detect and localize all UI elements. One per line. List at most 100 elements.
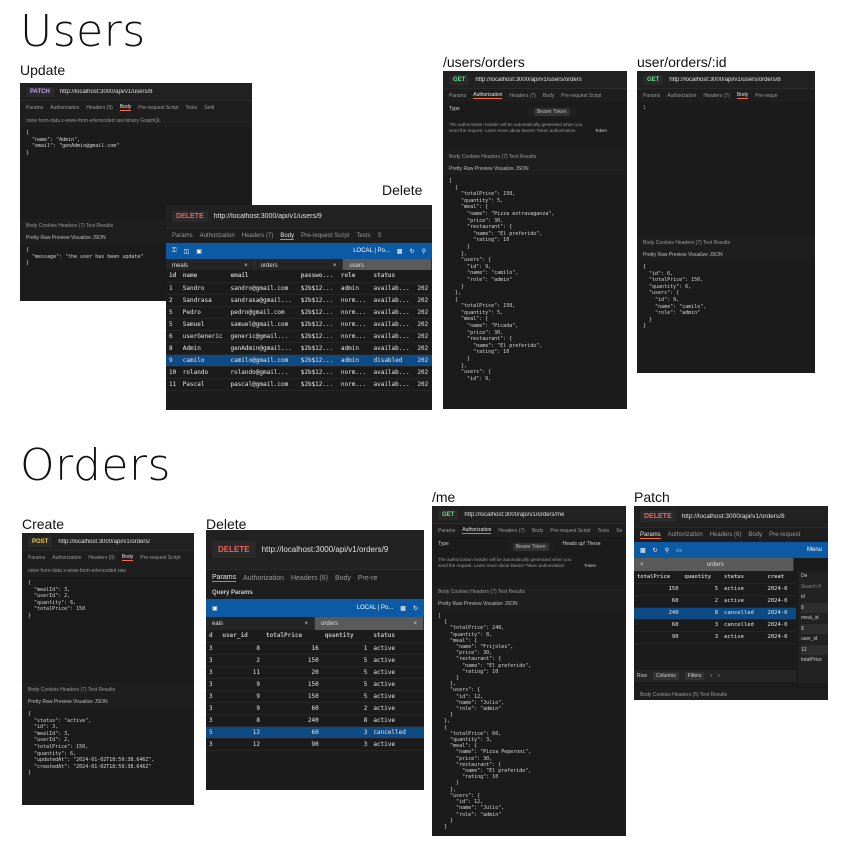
tab-headers[interactable]: Headers (9) — [86, 105, 112, 111]
table-cell[interactable]: Samuel — [179, 318, 228, 331]
tab-pre-request[interactable]: Pre-reque — [755, 93, 777, 99]
table-cell[interactable]: availab... — [370, 294, 415, 307]
response-view-options[interactable]: Pretty Raw Preview Visualize JSON — [22, 696, 194, 708]
table-cell[interactable]: availab... — [370, 318, 415, 331]
request-body-editor[interactable]: 1 — [637, 102, 815, 236]
table-cell[interactable]: availab... — [370, 378, 415, 391]
table-cell[interactable]: 5 — [321, 666, 371, 679]
tab-pre-request[interactable]: Pre-re — [358, 575, 377, 582]
table-cell[interactable]: admin — [337, 342, 371, 355]
table-row[interactable]: 90 3 active 2024-0 — [634, 631, 796, 644]
table-cell[interactable]: 150 — [634, 583, 682, 596]
table-row[interactable]: 5 Samuel samuel@gmail.com $2b$12... norm... a… — [166, 318, 432, 331]
url-input[interactable]: http://localhost:3000/api/v1/orders/9 — [262, 545, 389, 554]
table-cell[interactable]: 2 — [681, 595, 722, 608]
database-icon[interactable]: ◫ — [184, 248, 190, 255]
table-row[interactable]: 3 2 150 5 active — [206, 654, 424, 667]
response-tabs[interactable]: Body Cookies Headers (5) Test Results — [634, 688, 828, 700]
url-input[interactable]: http://localhost:3000/api/v1/orders/8 — [682, 513, 785, 520]
table-cell[interactable]: 5 — [206, 726, 220, 739]
tab-authorization[interactable]: Authorization — [668, 532, 703, 538]
table-cell[interactable]: norm... — [337, 294, 371, 307]
table-cell[interactable]: generic@gmail... — [227, 330, 298, 343]
table-cell[interactable]: Pedro — [179, 306, 228, 319]
table-cell[interactable]: 2024-0 — [764, 619, 796, 632]
response-view-options[interactable]: Pretty Raw Preview Visualize JSON — [637, 249, 815, 261]
request-url-bar[interactable]: DELETE http://localhost:3000/api/v1/orde… — [206, 530, 424, 570]
table-cell[interactable]: rolando — [179, 366, 228, 379]
response-tabs[interactable]: Body Cookies Headers (7) Test Results — [22, 683, 194, 696]
table-cell[interactable]: availab... — [370, 306, 415, 319]
tab-headers[interactable]: Headers (7) — [498, 528, 524, 534]
table-cell[interactable]: Sandrasa — [179, 294, 228, 307]
table-row[interactable]: 150 5 active 2024-0 — [634, 583, 796, 596]
table-cell[interactable]: cancelled — [370, 726, 424, 739]
table-cell[interactable]: 202 — [414, 282, 432, 295]
table-cell[interactable]: Sandro — [179, 282, 228, 295]
tab-authorization[interactable]: Authorization — [243, 575, 284, 582]
table-cell[interactable]: norm... — [337, 318, 371, 331]
table-cell[interactable]: 9 — [219, 678, 263, 691]
tab-body[interactable]: Body — [335, 575, 351, 582]
table-cell[interactable]: active — [370, 678, 424, 691]
table-cell[interactable]: 1 — [321, 642, 371, 655]
table-row[interactable]: 8 Admin genAdmin@gmail... $2b$12... admin ava… — [166, 342, 432, 355]
tab-headers[interactable]: Headers (7) — [509, 93, 535, 99]
tab-authorization[interactable]: Authorization — [52, 555, 81, 561]
tab-pre-request[interactable]: Pre-request Script — [561, 93, 601, 99]
tab-authorization[interactable]: Authorization — [50, 105, 79, 111]
table-cell[interactable]: Pascal — [179, 378, 228, 391]
table-cell[interactable]: 202 — [414, 306, 432, 319]
table-cell[interactable]: 3 — [206, 666, 220, 679]
table-cell[interactable]: 2 — [166, 294, 180, 307]
table-cell[interactable]: sandro@gmail.com — [227, 282, 298, 295]
search-icon[interactable]: ⚲ — [665, 547, 669, 554]
table-cell[interactable]: $2b$12... — [297, 354, 338, 367]
table-row[interactable]: 3 9 150 5 active — [206, 690, 424, 703]
table-cell[interactable]: pascal@gmail.com — [227, 378, 298, 391]
sql-icon[interactable]: ▣ — [196, 248, 202, 255]
table-cell[interactable]: camilo — [179, 354, 228, 367]
table-cell[interactable]: 202 — [414, 294, 432, 307]
table-cell[interactable]: 202 — [414, 342, 432, 355]
table-row[interactable]: 3 8 16 1 active — [206, 642, 424, 655]
table-cell[interactable]: cancelled — [721, 619, 765, 632]
tab-params[interactable]: Params — [640, 532, 661, 539]
method-select[interactable]: GET — [449, 74, 470, 85]
tab-headers[interactable]: Headers (7) — [242, 233, 274, 239]
table-cell[interactable]: 3 — [206, 690, 220, 703]
table-row[interactable]: 10 rolando rolando@gmail... $2b$12... norm..… — [166, 366, 432, 379]
table-cell[interactable]: 6 — [166, 330, 180, 343]
tab-orders[interactable]: × orders — [634, 558, 794, 571]
chevron-left-icon[interactable]: ‹ — [710, 673, 712, 679]
table-cell[interactable]: 12 — [219, 738, 263, 751]
tab-body[interactable]: Body — [280, 233, 295, 240]
refresh-icon[interactable]: ↻ — [653, 547, 658, 554]
table-cell[interactable]: active — [370, 666, 424, 679]
table-cell[interactable]: active — [370, 702, 424, 715]
table-cell[interactable]: $2b$12... — [297, 366, 338, 379]
table-cell[interactable]: 11 — [219, 666, 263, 679]
tab-headers[interactable]: Headers (9) — [88, 555, 114, 561]
table-cell[interactable]: $2b$12... — [297, 342, 338, 355]
table-cell[interactable]: norm... — [337, 306, 371, 319]
table-cell[interactable]: 3 — [206, 702, 220, 715]
table-cell[interactable]: 5 — [166, 306, 180, 319]
method-select[interactable]: DELETE — [172, 211, 208, 222]
table-cell[interactable]: 60 — [263, 726, 322, 739]
tab-pre-request[interactable]: Pre-request Script — [550, 528, 590, 534]
tab-body[interactable]: Body — [532, 528, 543, 534]
url-input[interactable]: http://localhost:3000/api/v1/users/8 — [60, 89, 153, 95]
table-cell[interactable]: 3 — [206, 654, 220, 667]
table-cell[interactable]: 3 — [681, 619, 722, 632]
method-select[interactable]: DELETE — [640, 511, 676, 522]
table-row[interactable]: 5 12 60 3 cancelled — [206, 726, 424, 739]
tab-orders[interactable]: orders × — [315, 617, 424, 630]
table-row[interactable]: 3 12 90 3 active — [206, 738, 424, 751]
table-cell[interactable]: disabled — [370, 354, 415, 367]
table-cell[interactable]: availab... — [370, 342, 415, 355]
table-cell[interactable]: $2b$12... — [297, 306, 338, 319]
response-tabs[interactable]: Body Cookies Headers (7) Test Results — [637, 236, 815, 249]
response-tabs[interactable]: Body Cookies Headers (7) Test Results — [443, 150, 627, 163]
tab-authorization[interactable]: Authorization — [462, 527, 492, 534]
